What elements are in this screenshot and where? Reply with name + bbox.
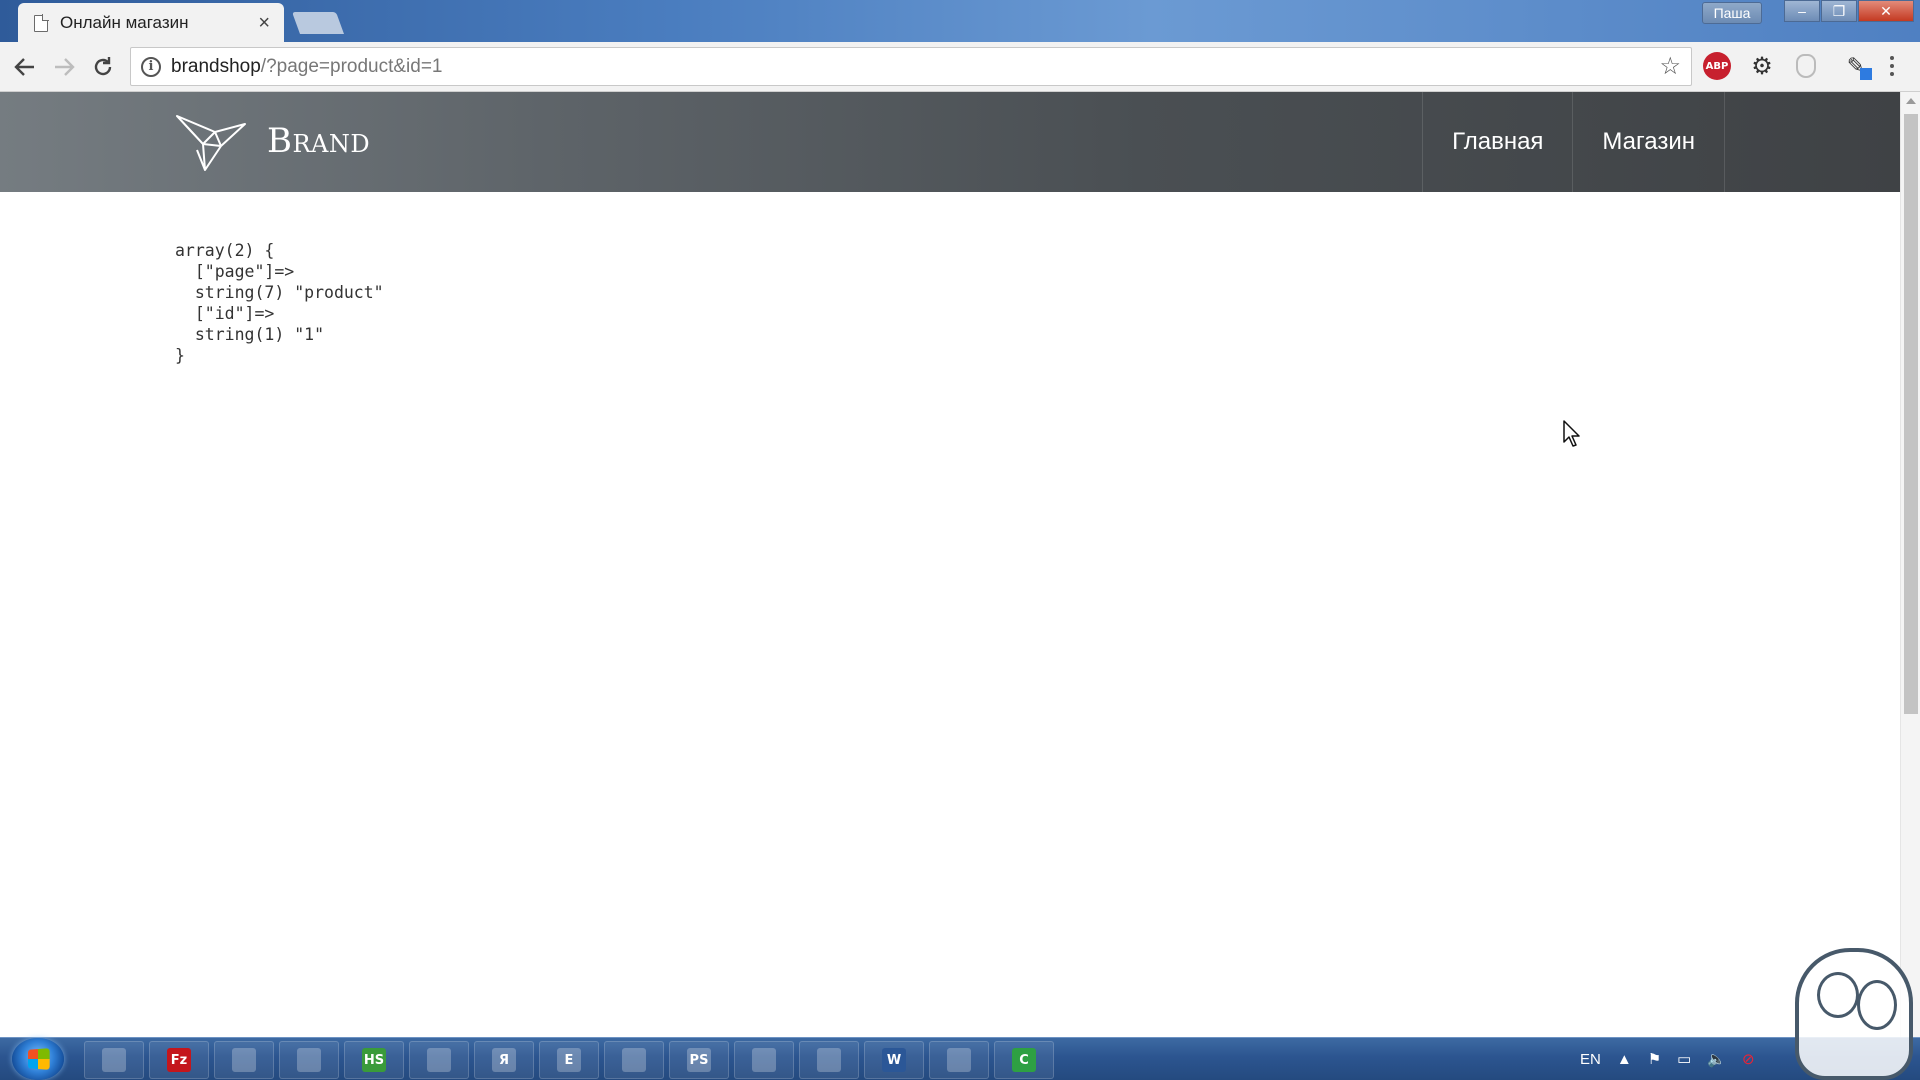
adblock-icon[interactable]: ABP (1703, 52, 1731, 80)
language-indicator[interactable]: EN (1580, 1051, 1601, 1068)
profile-button[interactable]: Паша (1702, 2, 1762, 24)
reload-button[interactable] (86, 50, 120, 84)
bookmark-star-icon[interactable]: ☆ (1659, 52, 1681, 81)
taskbar-app-button[interactable]: E (539, 1041, 599, 1079)
volume-icon[interactable]: 🔈 (1707, 1050, 1726, 1068)
word-icon: W (882, 1048, 906, 1072)
phpstorm-icon: PS (687, 1048, 711, 1072)
address-bar[interactable]: i brandshop/?page=product&id=1 ☆ (130, 47, 1692, 86)
url-host: brandshop (171, 56, 261, 77)
dump-line: ["page"]=> (175, 262, 295, 281)
window-controls: – ❐ ✕ (1783, 0, 1914, 22)
back-button[interactable] (8, 50, 42, 84)
minimize-button[interactable]: – (1784, 0, 1820, 22)
scrollbar-thumb[interactable] (1904, 114, 1918, 714)
filezilla-icon: Fz (167, 1048, 191, 1072)
font-app-icon: Я (492, 1048, 516, 1072)
brain-watermark-logo (1795, 948, 1913, 1080)
hs-app-icon: HS (362, 1048, 386, 1072)
pen-badge (1860, 68, 1872, 80)
origami-bird-icon (176, 115, 246, 171)
terminal-icon: E (557, 1048, 581, 1072)
page-icon (34, 13, 49, 32)
files-app-icon (102, 1048, 126, 1072)
video-app-icon (947, 1048, 971, 1072)
explorer-icon (297, 1048, 321, 1072)
browser-tab[interactable]: Онлайн магазин × (18, 3, 284, 43)
site-info-icon[interactable]: i (141, 57, 161, 77)
back-arrow-icon (14, 58, 34, 76)
taskbar-app-button[interactable] (279, 1041, 339, 1079)
taskbar-app-button[interactable]: Я (474, 1041, 534, 1079)
scroll-up-icon[interactable] (1906, 98, 1916, 104)
notepad-icon (232, 1048, 256, 1072)
taskbar-app-button[interactable]: PS (669, 1041, 729, 1079)
mouse-cursor-icon (1563, 420, 1580, 447)
taskbar-app-button[interactable]: C (994, 1041, 1054, 1079)
network-icon[interactable]: ▭ (1677, 1050, 1691, 1068)
url-path: /?page=product&id=1 (260, 56, 443, 77)
dump-line: string(1) "1" (175, 325, 325, 344)
browser-toolbar: i brandshop/?page=product&id=1 ☆ ABP ⚙ ✎ (0, 42, 1920, 92)
start-button[interactable] (12, 1038, 64, 1080)
presentation-icon (817, 1048, 841, 1072)
save-icon (427, 1048, 451, 1072)
page-scrollbar[interactable] (1900, 92, 1920, 1037)
tray-app-icon[interactable]: ⊘ (1742, 1050, 1755, 1068)
site-logo[interactable]: Brand (175, 110, 370, 172)
taskbar-app-button[interactable]: HS (344, 1041, 404, 1079)
site-nav: Главная Магазин (1422, 92, 1725, 192)
forward-button[interactable] (47, 50, 81, 84)
tab-title: Онлайн магазин (60, 13, 189, 32)
action-center-icon[interactable]: ⚑ (1648, 1050, 1661, 1068)
taskbar-app-button[interactable] (84, 1041, 144, 1079)
restore-button[interactable]: ❐ (1821, 0, 1857, 22)
taskbar-app-button[interactable] (929, 1041, 989, 1079)
taskbar-app-button[interactable] (214, 1041, 274, 1079)
gear-icon[interactable]: ⚙ (1748, 52, 1776, 80)
extension-shield-icon[interactable] (1792, 52, 1820, 80)
dump-line: } (175, 346, 185, 365)
new-tab-button[interactable] (291, 12, 345, 34)
taskbar-app-button[interactable] (734, 1041, 794, 1079)
nav-shop[interactable]: Магазин (1572, 92, 1725, 192)
tab-close-icon[interactable]: × (258, 13, 270, 33)
firefox-icon (622, 1048, 646, 1072)
page-viewport: Brand Главная Магазин array(2) { ["page"… (0, 92, 1900, 1037)
var-dump-output: array(2) { ["page"]=> string(7) "product… (175, 240, 384, 366)
close-window-button[interactable]: ✕ (1858, 0, 1914, 22)
browser-menu-icon[interactable] (1890, 56, 1896, 80)
taskbar-app-button[interactable] (799, 1041, 859, 1079)
windows-taskbar: Fz HS Я E PS W C EN ▲ ⚑ ▭ 🔈 ⊘ (0, 1037, 1920, 1080)
taskbar-app-button[interactable]: Fz (149, 1041, 209, 1079)
address-url[interactable]: brandshop/?page=product&id=1 (171, 56, 443, 78)
taskbar-app-button[interactable]: W (864, 1041, 924, 1079)
forward-arrow-icon (55, 58, 75, 76)
chrome-icon (752, 1048, 776, 1072)
site-header: Brand Главная Магазин (0, 92, 1900, 192)
camtasia-icon: C (1012, 1048, 1036, 1072)
system-tray: EN ▲ ⚑ ▭ 🔈 ⊘ (1580, 1038, 1771, 1080)
browser-titlebar: Онлайн магазин × Паша – ❐ ✕ (0, 0, 1920, 43)
dump-line: string(7) "product" (175, 283, 384, 302)
reload-icon (94, 57, 112, 76)
taskbar-app-button[interactable] (409, 1041, 469, 1079)
tray-expand-icon[interactable]: ▲ (1617, 1051, 1632, 1068)
pen-extension-icon[interactable]: ✎ (1842, 52, 1872, 80)
nav-home[interactable]: Главная (1422, 92, 1572, 192)
taskbar-app-button[interactable] (604, 1041, 664, 1079)
dump-line: ["id"]=> (175, 304, 275, 323)
brand-name: Brand (267, 121, 371, 161)
dump-line: array(2) { (175, 241, 275, 260)
